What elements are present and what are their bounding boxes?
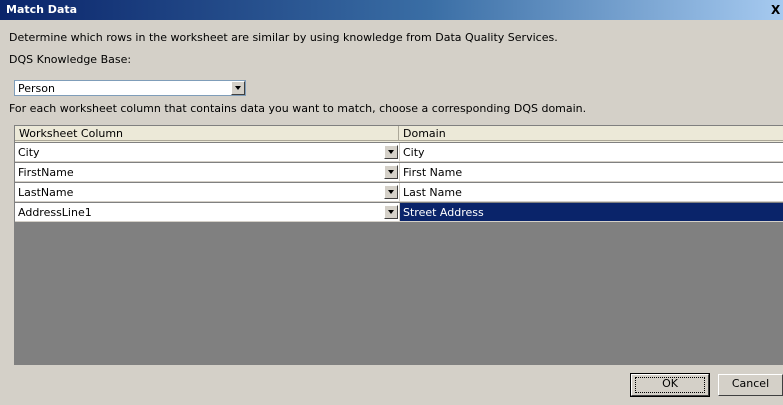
domain-cell-selected[interactable]: Street Address bbox=[400, 203, 783, 222]
domain-cell[interactable]: First Name bbox=[400, 163, 783, 182]
ok-button[interactable]: OK bbox=[630, 373, 710, 397]
worksheet-column-value: AddressLine1 bbox=[18, 206, 92, 219]
domain-value: First Name bbox=[403, 166, 463, 179]
header-domain[interactable]: Domain bbox=[399, 126, 783, 141]
worksheet-column-value: LastName bbox=[18, 186, 74, 199]
cancel-button-label: Cancel bbox=[731, 377, 770, 390]
domain-value: Street Address bbox=[403, 206, 484, 219]
chevron-down-icon[interactable] bbox=[384, 205, 398, 219]
knowledge-base-value: Person bbox=[18, 82, 55, 95]
table-row: City City bbox=[15, 143, 783, 162]
domain-value: Last Name bbox=[403, 186, 462, 199]
close-button[interactable]: X bbox=[771, 3, 781, 17]
grid-header: Worksheet Column Domain bbox=[15, 126, 783, 142]
columns-description: For each worksheet column that contains … bbox=[9, 102, 587, 115]
table-row: LastName Last Name bbox=[15, 183, 783, 202]
table-row: AddressLine1 Street Address bbox=[15, 203, 783, 222]
worksheet-column-select[interactable]: LastName bbox=[15, 183, 400, 202]
knowledge-base-label: DQS Knowledge Base: bbox=[9, 53, 132, 66]
knowledge-base-select[interactable]: Person bbox=[14, 80, 246, 96]
chevron-down-icon[interactable] bbox=[384, 185, 398, 199]
title-bar: Match Data X bbox=[0, 0, 783, 20]
worksheet-column-select[interactable]: FirstName bbox=[15, 163, 400, 182]
domain-cell[interactable]: City bbox=[400, 143, 783, 162]
window-title: Match Data bbox=[6, 3, 78, 16]
worksheet-column-value: FirstName bbox=[18, 166, 74, 179]
chevron-down-icon[interactable] bbox=[384, 165, 398, 179]
worksheet-column-value: City bbox=[18, 146, 40, 159]
chevron-down-icon[interactable] bbox=[384, 145, 398, 159]
header-worksheet-column[interactable]: Worksheet Column bbox=[15, 126, 399, 141]
worksheet-column-select[interactable]: AddressLine1 bbox=[15, 203, 400, 222]
worksheet-column-select[interactable]: City bbox=[15, 143, 400, 162]
focus-rectangle bbox=[635, 377, 705, 393]
domain-value: City bbox=[403, 146, 425, 159]
dialog-description: Determine which rows in the worksheet ar… bbox=[9, 31, 558, 44]
chevron-down-icon[interactable] bbox=[231, 81, 245, 95]
domain-cell[interactable]: Last Name bbox=[400, 183, 783, 202]
cancel-button[interactable]: Cancel bbox=[718, 374, 783, 396]
mapping-grid: Worksheet Column Domain City City FirstN… bbox=[14, 125, 783, 365]
table-row: FirstName First Name bbox=[15, 163, 783, 182]
